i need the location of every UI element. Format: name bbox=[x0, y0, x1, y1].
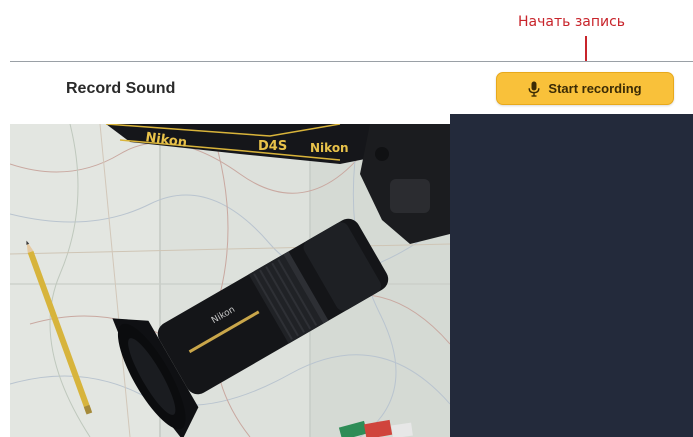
strap-brand-text-2: Nikon bbox=[310, 141, 349, 155]
photo-preview: Nikon D4S Nikon Nikon bbox=[10, 124, 450, 437]
start-recording-button[interactable]: Start recording bbox=[496, 72, 674, 105]
camera-on-map-image: Nikon D4S Nikon Nikon bbox=[10, 124, 450, 437]
start-recording-label: Start recording bbox=[548, 81, 642, 96]
content-top-gap bbox=[0, 114, 450, 124]
header: Record Sound Start recording bbox=[0, 62, 693, 114]
side-panel bbox=[450, 114, 693, 437]
page: Начать запись Record Sound Start recordi… bbox=[0, 0, 693, 437]
page-title: Record Sound bbox=[66, 80, 176, 97]
strap-model-text: D4S bbox=[258, 139, 287, 154]
annotation-label: Начать запись bbox=[518, 14, 626, 30]
microphone-icon bbox=[528, 81, 540, 97]
